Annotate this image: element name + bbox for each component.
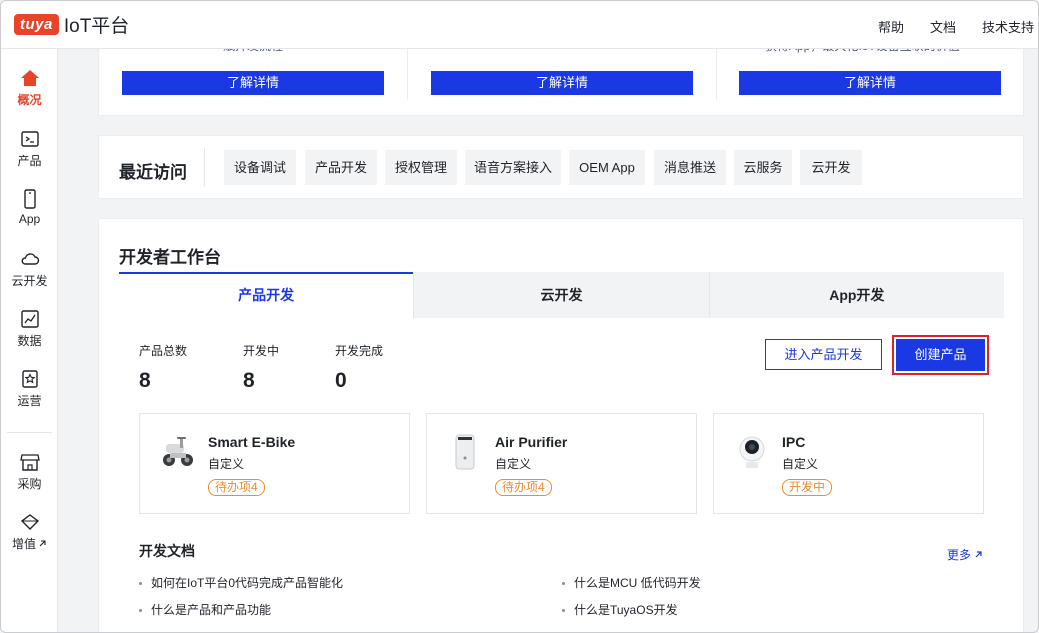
create-product-highlight: 创建产品 — [892, 335, 989, 375]
learn-more-button-2[interactable]: 了解详情 — [431, 71, 693, 95]
enter-product-dev-button[interactable]: 进入产品开发 — [765, 339, 882, 370]
logo-badge: tuya — [14, 13, 59, 35]
developer-workspace: 开发者工作台 产品开发 云开发 App开发 产品总数 8 开发中 8 开发完成 … — [98, 218, 1024, 632]
sidebar-item-label: 运营 — [17, 394, 42, 408]
product-name: Smart E-Bike — [208, 434, 296, 450]
product-status-tag: 待办项4 — [495, 479, 552, 496]
docs-link[interactable]: 文档 — [930, 17, 956, 36]
air-purifier-icon — [455, 434, 475, 470]
product-type: 自定义 — [495, 457, 532, 471]
more-docs-link[interactable]: 更多 — [947, 546, 983, 563]
workspace-title: 开发者工作台 — [119, 248, 221, 267]
create-product-button[interactable]: 创建产品 — [896, 339, 985, 371]
stat-label: 产品总数 — [139, 344, 188, 358]
stat-value: 8 — [139, 369, 151, 392]
gem-icon — [20, 514, 39, 530]
star-badge-icon — [21, 370, 38, 388]
recent-chip-product-dev[interactable]: 产品开发 — [305, 150, 377, 185]
recent-visits-card: 最近访问 设备调试 产品开发 授权管理 语音方案接入 OEM App 消息推送 … — [98, 135, 1024, 199]
tab-cloud-dev[interactable]: 云开发 — [413, 272, 709, 318]
phone-icon — [23, 189, 36, 209]
sidebar-item-data[interactable]: 数据 — [1, 309, 58, 359]
product-type: 自定义 — [782, 457, 819, 471]
doc-link[interactable]: 如何在IoT平台0代码完成产品智能化 — [139, 574, 343, 591]
intro-card-1: 赋开发流程 了解详情 — [99, 42, 408, 100]
shop-icon — [19, 454, 40, 471]
recent-visits-title: 最近访问 — [119, 163, 187, 182]
learn-more-button-3[interactable]: 了解详情 — [739, 71, 1001, 95]
sidebar-item-purchase[interactable]: 采购 — [1, 452, 58, 502]
sidebar-item-label: 采购 — [17, 477, 42, 491]
stat-value: 0 — [335, 369, 347, 392]
more-label: 更多 — [947, 548, 972, 562]
tab-product-dev[interactable]: 产品开发 — [119, 272, 414, 318]
product-name: Air Purifier — [495, 434, 568, 450]
stat-label: 开发中 — [243, 344, 280, 358]
chart-icon — [20, 310, 39, 328]
sidebar-item-products[interactable]: 产品 — [1, 129, 58, 179]
ebike-icon — [163, 437, 193, 466]
sidebar-item-overview[interactable]: 概况 — [1, 68, 58, 118]
top-bar: tuya IoT平台 帮助 文档 技术支持 — [1, 1, 1038, 49]
recent-chip-cloud-dev[interactable]: 云开发 — [800, 150, 862, 185]
recent-chip-cloud-service[interactable]: 云服务 — [734, 150, 792, 185]
sidebar-item-label: 概况 — [17, 93, 42, 107]
recent-chip-oem-app[interactable]: OEM App — [569, 150, 645, 185]
terminal-icon — [20, 131, 39, 147]
divider — [204, 148, 205, 186]
sidebar-item-label: 增值 — [1, 535, 58, 552]
product-card-ipc[interactable]: IPC 自定义 开发中 — [713, 413, 984, 514]
external-link-icon — [39, 540, 46, 547]
sidebar-item-label: App — [18, 212, 41, 226]
doc-link[interactable]: 什么是MCU 低代码开发 — [562, 574, 701, 591]
sidebar-item-label: 云开发 — [11, 274, 48, 288]
sidebar-item-value-added[interactable]: 增值 — [1, 512, 58, 562]
top-nav: 帮助 文档 技术支持 — [878, 17, 1034, 36]
sidebar-item-label: 产品 — [17, 154, 42, 168]
sidebar: 概况 产品 App 云开发 数据 运营 采购 增值 — [1, 49, 58, 632]
stat-value: 8 — [243, 369, 255, 392]
recent-chip-auth[interactable]: 授权管理 — [385, 150, 457, 185]
stat-total-products: 产品总数 8 — [139, 342, 187, 393]
doc-link[interactable]: 什么是TuyaOS开发 — [562, 601, 678, 618]
sidebar-item-app[interactable]: App — [1, 189, 58, 239]
recent-chip-message-push[interactable]: 消息推送 — [654, 150, 726, 185]
stat-completed: 开发完成 0 — [335, 342, 383, 393]
sidebar-divider — [7, 432, 52, 433]
sidebar-item-label: 数据 — [17, 334, 42, 348]
recent-chip-device-debug[interactable]: 设备调试 — [224, 150, 296, 185]
camera-icon — [739, 436, 765, 468]
app-window: 赋开发流程 了解详情 了解详情 获得App，最大化IoT设备互联的价值 了解详情… — [0, 0, 1039, 633]
cloud-icon — [21, 253, 39, 265]
product-card-ebike[interactable]: Smart E-Bike 自定义 待办项4 — [139, 413, 410, 514]
logo[interactable]: tuya IoT平台 — [14, 12, 130, 37]
product-type: 自定义 — [208, 457, 245, 471]
recent-chip-voice[interactable]: 语音方案接入 — [465, 150, 561, 185]
logo-text: IoT平台 — [63, 15, 130, 37]
sidebar-item-operations[interactable]: 运营 — [1, 369, 58, 419]
product-card-air-purifier[interactable]: Air Purifier 自定义 待办项4 — [426, 413, 697, 514]
external-link-icon — [975, 551, 982, 558]
help-link[interactable]: 帮助 — [878, 17, 904, 36]
product-status-tag: 开发中 — [782, 479, 833, 496]
sidebar-item-cloud-dev[interactable]: 云开发 — [1, 249, 58, 299]
intro-cards: 赋开发流程 了解详情 了解详情 获得App，最大化IoT设备互联的价值 了解详情 — [98, 41, 1024, 116]
stat-label: 开发完成 — [335, 344, 384, 358]
sidebar-item-text: 增值 — [11, 537, 36, 551]
intro-card-3: 获得App，最大化IoT设备互联的价值 了解详情 — [717, 42, 1025, 100]
docs-title: 开发文档 — [139, 543, 195, 559]
home-icon — [20, 70, 39, 86]
product-status-tag: 待办项4 — [208, 479, 265, 496]
intro-card-2: 了解详情 — [408, 42, 717, 100]
stat-in-development: 开发中 8 — [243, 342, 279, 393]
doc-link[interactable]: 什么是产品和产品功能 — [139, 601, 271, 618]
learn-more-button-1[interactable]: 了解详情 — [122, 71, 384, 95]
tab-app-dev[interactable]: App开发 — [708, 272, 1004, 318]
workspace-tabs: 产品开发 云开发 App开发 — [119, 272, 1004, 318]
support-link[interactable]: 技术支持 — [982, 17, 1034, 36]
product-name: IPC — [782, 434, 806, 450]
